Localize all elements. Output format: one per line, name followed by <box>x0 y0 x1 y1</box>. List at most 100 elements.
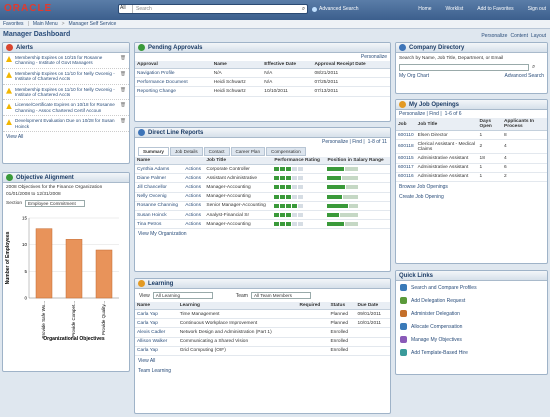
quick-link-item[interactable]: Allocate Compensation <box>396 320 547 333</box>
create-job-opening-link[interactable]: Create Job Opening <box>396 192 547 202</box>
quick-link-item[interactable]: Add Delegation Request <box>396 294 547 307</box>
actions-menu[interactable]: Actions <box>183 192 205 202</box>
bar[interactable] <box>65 239 83 299</box>
section-select[interactable]: Employee Commitment <box>25 200 85 207</box>
quick-link-item[interactable]: Add Template-Based Hire <box>396 346 547 359</box>
trash-icon[interactable]: 🗑 <box>120 71 126 82</box>
crumb-favorites[interactable]: Favorites <box>3 21 24 27</box>
quick-link-label[interactable]: Administer Delegation <box>411 311 460 317</box>
trash-icon[interactable]: 🗑 <box>120 87 126 98</box>
learning-view-select[interactable]: All Learning <box>152 292 213 299</box>
alert-item[interactable]: Membership Expires on 11/10 for Nelly Ov… <box>3 85 129 101</box>
global-search[interactable]: All Search ⌕ <box>118 4 308 14</box>
table-cell[interactable]: Alexis Cadler <box>135 327 178 338</box>
actions-menu[interactable]: Actions <box>183 201 205 211</box>
search-scope-select[interactable]: All <box>119 5 133 13</box>
table-cell[interactable]: 600110 <box>396 130 416 141</box>
view-my-organization-link[interactable]: View My Organization <box>135 229 390 239</box>
learning-team-select[interactable]: All Team Members <box>250 292 311 299</box>
employee-name[interactable]: Rosanne Channing <box>135 201 184 211</box>
directory-search-input[interactable] <box>399 64 529 71</box>
openings-personalize[interactable]: Personalize | Find | <box>399 111 442 117</box>
table-cell[interactable]: 600118 <box>396 139 416 155</box>
bar[interactable] <box>95 249 113 299</box>
quick-link-item[interactable]: Search and Compare Profiles <box>396 281 547 294</box>
column-header[interactable]: Job Title <box>415 118 478 131</box>
quick-link-label[interactable]: Manage My Objectives <box>411 337 462 343</box>
personalize-layout-link[interactable]: Layout <box>531 33 546 39</box>
trash-icon[interactable]: 🗑 <box>120 55 126 66</box>
tab-contact[interactable]: Contact <box>203 147 230 156</box>
trash-icon[interactable]: 🗑 <box>120 118 126 129</box>
directory-advanced-search-link[interactable]: Advanced Search <box>505 73 544 79</box>
table-cell[interactable]: Carla Yap <box>135 318 178 329</box>
quick-link-item[interactable]: Administer Delegation <box>396 307 547 320</box>
home-link[interactable]: Home <box>418 6 431 12</box>
personalize-content-link[interactable]: Content <box>510 33 528 39</box>
team-learning-link[interactable]: Team Learning <box>135 366 390 376</box>
column-header[interactable]: Name <box>135 157 184 165</box>
column-header[interactable]: Approval <box>135 61 212 69</box>
table-cell[interactable]: 600117 <box>396 163 416 173</box>
add-favorites-link[interactable]: Add to Favorites <box>477 6 513 12</box>
table-cell[interactable]: Reporting Change <box>135 86 212 97</box>
quick-link-label[interactable]: Search and Compare Profiles <box>411 285 477 291</box>
employee-name[interactable]: Diane Palmer <box>135 173 184 184</box>
tab-compensation[interactable]: Compensation <box>266 147 306 156</box>
column-header[interactable]: Learning <box>177 302 298 310</box>
actions-menu[interactable]: Actions <box>183 210 205 221</box>
crumb-manager-self-service[interactable]: Manager Self Service <box>69 21 117 27</box>
directory-search-icon[interactable]: ⌕ <box>532 64 535 71</box>
alert-item[interactable]: Development Evaluation Due on 10/28 for … <box>3 116 129 133</box>
search-icon[interactable]: ⌕ <box>300 6 307 13</box>
employee-name[interactable]: Cynthia Adams <box>135 164 184 175</box>
advanced-search-link[interactable]: Advanced Search <box>312 6 358 12</box>
alert-text[interactable]: Membership Expires on 10/15 for Rosanne … <box>15 55 117 66</box>
column-header[interactable]: Performance Rating <box>272 157 326 165</box>
employee-name[interactable]: Jill Chancellor <box>135 182 184 193</box>
learning-view-all-link[interactable]: View All <box>135 356 390 366</box>
approvals-personalize[interactable]: Personalize <box>135 53 390 61</box>
employee-name[interactable]: Nelly Ovcenig <box>135 192 184 202</box>
org-chart-link[interactable]: My Org Chart <box>399 73 429 79</box>
column-header[interactable]: Applicants In Process <box>502 118 547 131</box>
crumb-main-menu[interactable]: Main Menu <box>33 21 58 27</box>
browse-job-openings-link[interactable]: Browse Job Openings <box>396 182 547 192</box>
alert-item[interactable]: License/Certificate Expires on 10/18 for… <box>3 100 129 117</box>
table-cell[interactable]: Performance Document <box>135 77 212 88</box>
quick-link-label[interactable]: Add Template-Based Hire <box>411 350 468 356</box>
quick-link-label[interactable]: Add Delegation Request <box>411 298 465 304</box>
alert-text[interactable]: License/Certificate Expires on 10/18 for… <box>15 102 117 113</box>
column-header[interactable]: Position in Salary Range <box>325 157 390 165</box>
worklist-link[interactable]: Worklist <box>446 6 464 12</box>
alert-item[interactable]: Membership Expires on 10/15 for Rosanne … <box>3 53 129 69</box>
employee-name[interactable]: Tina Petros <box>135 219 184 230</box>
employee-name[interactable]: Susan Hoinck <box>135 210 184 221</box>
table-cell[interactable]: Carla Yap <box>135 309 178 320</box>
table-cell[interactable]: 600116 <box>396 172 416 182</box>
table-cell[interactable]: Allison Walker <box>135 337 178 347</box>
tab-summary[interactable]: Summary <box>138 147 169 156</box>
alert-text[interactable]: Membership Expires on 11/10 for Nelly Ov… <box>15 71 117 82</box>
alert-text[interactable]: Membership Expires on 11/10 for Nelly Ov… <box>15 87 117 98</box>
table-cell[interactable]: 600115 <box>396 153 416 164</box>
quick-link-label[interactable]: Allocate Compensation <box>411 324 462 330</box>
actions-menu[interactable]: Actions <box>183 164 205 175</box>
column-header[interactable]: Name <box>211 61 263 69</box>
table-cell[interactable]: Navigation Profile <box>135 68 212 79</box>
trash-icon[interactable]: 🗑 <box>120 102 126 113</box>
actions-menu[interactable]: Actions <box>183 182 205 193</box>
direct-personalize[interactable]: Personalize | Find | <box>322 139 365 145</box>
table-cell[interactable]: Carla Yap <box>135 346 178 356</box>
column-header[interactable]: Approval Receipt Date <box>312 61 390 69</box>
column-header[interactable]: Name <box>135 302 178 310</box>
column-header[interactable]: Job <box>396 118 416 131</box>
search-input[interactable]: Search <box>133 6 300 12</box>
tab-job-details[interactable]: Job Details <box>169 147 203 156</box>
actions-menu[interactable]: Actions <box>183 173 205 184</box>
column-header[interactable]: Days Open <box>477 118 502 131</box>
alert-text[interactable]: Development Evaluation Due on 10/28 for … <box>15 118 117 129</box>
column-header[interactable] <box>183 157 205 165</box>
column-header[interactable]: Status <box>328 302 356 310</box>
sign-out-link[interactable]: Sign out <box>528 6 546 12</box>
